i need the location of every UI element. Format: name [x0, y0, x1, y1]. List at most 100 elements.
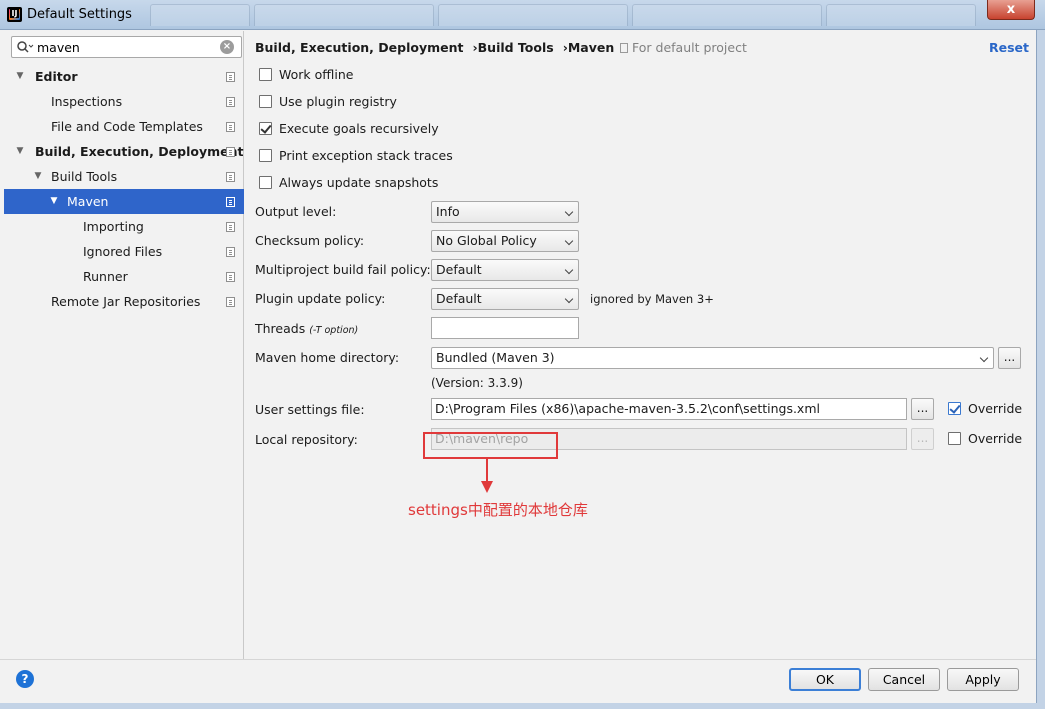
chevron-down-icon: [564, 265, 574, 275]
background-tab: [438, 4, 628, 26]
window-border: [0, 703, 1045, 709]
sidebar-item-label: Inspections: [51, 94, 123, 109]
chevron-down-icon: [564, 207, 574, 217]
execute-goals-recursively-checkbox[interactable]: [259, 122, 272, 135]
work-offline-option[interactable]: Work offline: [259, 66, 353, 84]
settings-window: Default Settings x × ▼ Editor: [0, 0, 1045, 709]
use-plugin-registry-option[interactable]: Use plugin registry: [259, 93, 397, 111]
chevron-down-icon[interactable]: ▼: [32, 164, 44, 189]
threads-label-text: Threads: [255, 321, 306, 336]
multiproject-fail-policy-label: Multiproject build fail policy:: [255, 262, 431, 277]
print-exception-stack-traces-label: Print exception stack traces: [279, 148, 453, 163]
user-settings-override-option[interactable]: Override: [948, 400, 1022, 418]
override-label: Override: [968, 431, 1023, 446]
annotation-highlight-box: [423, 432, 558, 459]
local-repository-override-option[interactable]: Override: [948, 430, 1022, 448]
sidebar-item-build-tools[interactable]: ▼ Build Tools: [4, 164, 244, 189]
help-icon[interactable]: ?: [16, 670, 34, 688]
sidebar-item-label: Build, Execution, Deployment: [35, 144, 244, 159]
reset-link[interactable]: Reset: [989, 40, 1029, 55]
sidebar-item-maven[interactable]: ▼ Maven: [4, 189, 244, 214]
intellij-app-icon: [7, 7, 22, 22]
print-exception-stack-traces-checkbox[interactable]: [259, 149, 272, 162]
background-tab: [826, 4, 976, 26]
checksum-policy-select[interactable]: No Global Policy: [431, 230, 579, 252]
project-copy-icon: [226, 72, 235, 82]
sidebar-item-remote-jar-repositories[interactable]: Remote Jar Repositories: [4, 289, 244, 314]
clear-search-icon[interactable]: ×: [220, 40, 234, 54]
breadcrumb-item: Build Tools: [477, 40, 554, 55]
sidebar-item-label: Build Tools: [51, 169, 118, 184]
project-copy-icon: [226, 222, 235, 232]
sidebar-item-build-execution-deployment[interactable]: ▼ Build, Execution, Deployment: [4, 139, 244, 164]
checksum-policy-label: Checksum policy:: [255, 233, 365, 248]
local-repository-browse-button: ...: [911, 428, 934, 450]
plugin-update-policy-value: Default: [436, 291, 482, 306]
always-update-snapshots-label: Always update snapshots: [279, 175, 439, 190]
search-input[interactable]: [37, 39, 217, 55]
sidebar-item-editor[interactable]: ▼ Editor: [4, 64, 244, 89]
sidebar-item-ignored-files[interactable]: Ignored Files: [4, 239, 244, 264]
sidebar-item-label: Editor: [35, 69, 78, 84]
output-level-select[interactable]: Info: [431, 201, 579, 223]
execute-goals-recursively-option[interactable]: Execute goals recursively: [259, 120, 439, 138]
project-copy-icon: [226, 272, 235, 282]
user-settings-override-checkbox[interactable]: [948, 402, 961, 415]
search-box[interactable]: ×: [11, 36, 242, 58]
chevron-down-icon[interactable]: ▼: [14, 64, 26, 89]
chevron-down-icon[interactable]: ▼: [14, 139, 26, 164]
maven-home-browse-button[interactable]: ...: [998, 347, 1021, 369]
breadcrumb-item: Maven: [567, 40, 615, 55]
multiproject-fail-policy-select[interactable]: Default: [431, 259, 579, 281]
chevron-down-icon: [564, 294, 574, 304]
ok-button[interactable]: OK: [789, 668, 861, 691]
project-copy-icon: [226, 247, 235, 257]
background-tab: [150, 4, 250, 26]
annotation-text: settings中配置的本地仓库: [408, 501, 588, 519]
scope-note: For default project: [620, 40, 747, 55]
sidebar-item-file-and-code-templates[interactable]: File and Code Templates: [4, 114, 244, 139]
maven-version-text: (Version: 3.3.9): [431, 376, 523, 390]
sidebar-item-runner[interactable]: Runner: [4, 264, 244, 289]
scope-note-text: For default project: [632, 40, 747, 55]
threads-label: Threads (-T option): [255, 321, 358, 336]
always-update-snapshots-option[interactable]: Always update snapshots: [259, 174, 438, 192]
background-tab: [254, 4, 434, 26]
annotation-arrow-icon: [481, 481, 493, 493]
plugin-update-policy-note: ignored by Maven 3+: [590, 292, 714, 306]
checksum-policy-value: No Global Policy: [436, 233, 537, 248]
apply-button[interactable]: Apply: [947, 668, 1019, 691]
execute-goals-recursively-label: Execute goals recursively: [279, 121, 439, 136]
close-button[interactable]: x: [987, 0, 1035, 20]
sidebar-item-inspections[interactable]: Inspections: [4, 89, 244, 114]
use-plugin-registry-label: Use plugin registry: [279, 94, 397, 109]
background-taskbar-tabs: [150, 4, 976, 26]
project-copy-icon: [226, 197, 235, 207]
project-copy-icon: [226, 172, 235, 182]
project-copy-icon: [226, 122, 235, 132]
use-plugin-registry-checkbox[interactable]: [259, 95, 272, 108]
chevron-down-icon[interactable]: ▼: [48, 189, 60, 214]
sidebar-item-label: Importing: [83, 219, 144, 234]
sidebar-item-label: File and Code Templates: [51, 119, 203, 134]
work-offline-checkbox[interactable]: [259, 68, 272, 81]
project-copy-icon: [620, 43, 628, 53]
window-border: [1036, 30, 1045, 709]
threads-input[interactable]: [431, 317, 579, 339]
always-update-snapshots-checkbox[interactable]: [259, 176, 272, 189]
work-offline-label: Work offline: [279, 67, 354, 82]
sidebar-item-label: Ignored Files: [83, 244, 163, 259]
project-copy-icon: [226, 297, 235, 307]
title-bar: Default Settings x: [0, 0, 1045, 30]
threads-hint: (-T option): [309, 325, 359, 336]
local-repository-override-checkbox[interactable]: [948, 432, 961, 445]
sidebar-item-importing[interactable]: Importing: [4, 214, 244, 239]
dialog-footer: ? OK Cancel Apply: [0, 659, 1045, 709]
plugin-update-policy-label: Plugin update policy:: [255, 291, 386, 306]
user-settings-input[interactable]: D:\Program Files (x86)\apache-maven-3.5.…: [431, 398, 907, 420]
plugin-update-policy-select[interactable]: Default: [431, 288, 579, 310]
cancel-button[interactable]: Cancel: [868, 668, 940, 691]
user-settings-browse-button[interactable]: ...: [911, 398, 934, 420]
print-exception-stack-traces-option[interactable]: Print exception stack traces: [259, 147, 453, 165]
maven-home-select[interactable]: Bundled (Maven 3): [431, 347, 994, 369]
